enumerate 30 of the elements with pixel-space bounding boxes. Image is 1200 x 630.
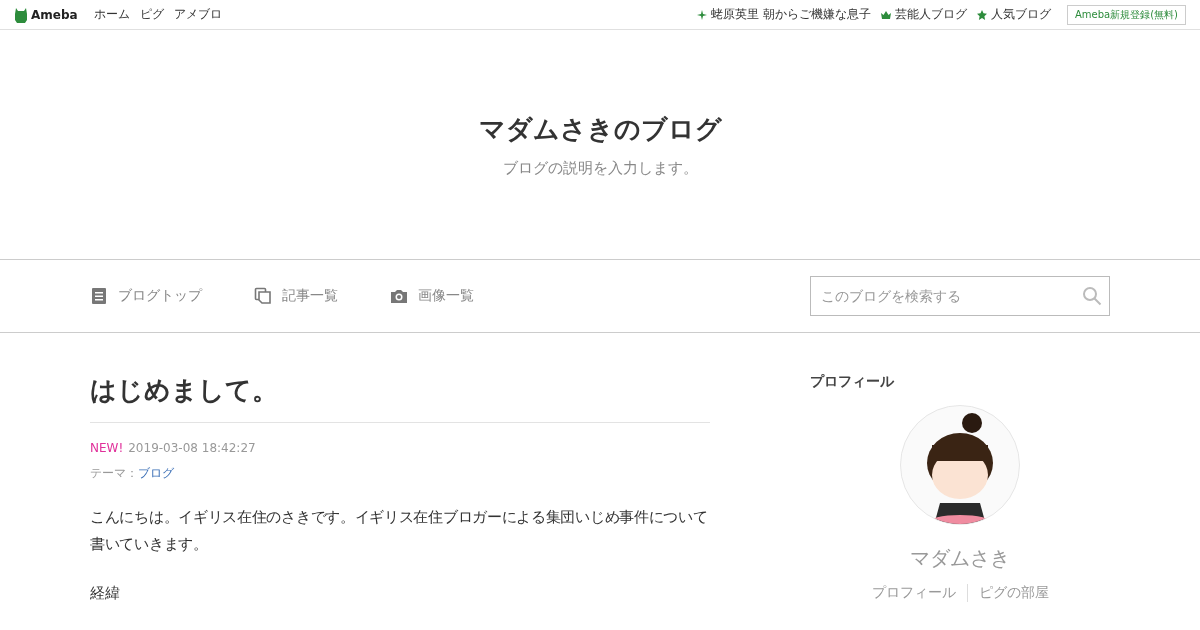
star-icon <box>977 9 987 20</box>
search-field[interactable]: このブログを検索する <box>810 276 1110 316</box>
nav-link[interactable]: アメブロ <box>173 6 222 23</box>
search-icon <box>1082 286 1102 306</box>
sidebar-heading: プロフィール <box>810 373 894 391</box>
blog-title[interactable]: マダムさきのブログ <box>478 111 722 147</box>
blog-description: ブログの説明を入力します。 <box>502 158 698 178</box>
article-paragraph: こんにちは。イギリス在住のさきです。イギリス在住ブロガーによる集団いじめ事件について書いていきます。 <box>90 508 709 554</box>
post-date: 2019-03-08 18:42:27 <box>128 441 256 455</box>
monster-icon <box>15 7 27 23</box>
article-paragraph: 経緯 <box>90 584 121 603</box>
nav-link[interactable]: ホーム <box>93 6 130 23</box>
nav-tab[interactable]: 記事一覧 <box>254 287 338 305</box>
ameba-logo[interactable]: Ameba <box>14 6 78 23</box>
camera-icon <box>390 287 408 305</box>
theme-link[interactable]: ブログ <box>138 466 174 480</box>
document-icon <box>90 287 108 305</box>
sparkle-icon <box>697 9 708 20</box>
nav-tab[interactable]: ブログトップ <box>90 287 202 305</box>
nav-tab[interactable]: 画像一覧 <box>390 287 474 305</box>
theme-label: テーマ： <box>90 466 138 480</box>
new-label: NEW! <box>90 441 124 455</box>
article-title[interactable]: はじめまして。 <box>90 373 710 423</box>
nav-link[interactable]: ピグ <box>139 6 164 23</box>
pages-icon <box>254 287 272 305</box>
crown-icon <box>881 9 891 20</box>
header-link[interactable]: 人気ブログ <box>977 6 1051 23</box>
signup-button[interactable]: Ameba新規登録(無料) <box>1067 4 1186 25</box>
header-link[interactable]: 芸能人ブログ <box>881 6 967 23</box>
header-link[interactable]: 蛯原英里 朝からご機嫌な息子 <box>697 6 871 23</box>
